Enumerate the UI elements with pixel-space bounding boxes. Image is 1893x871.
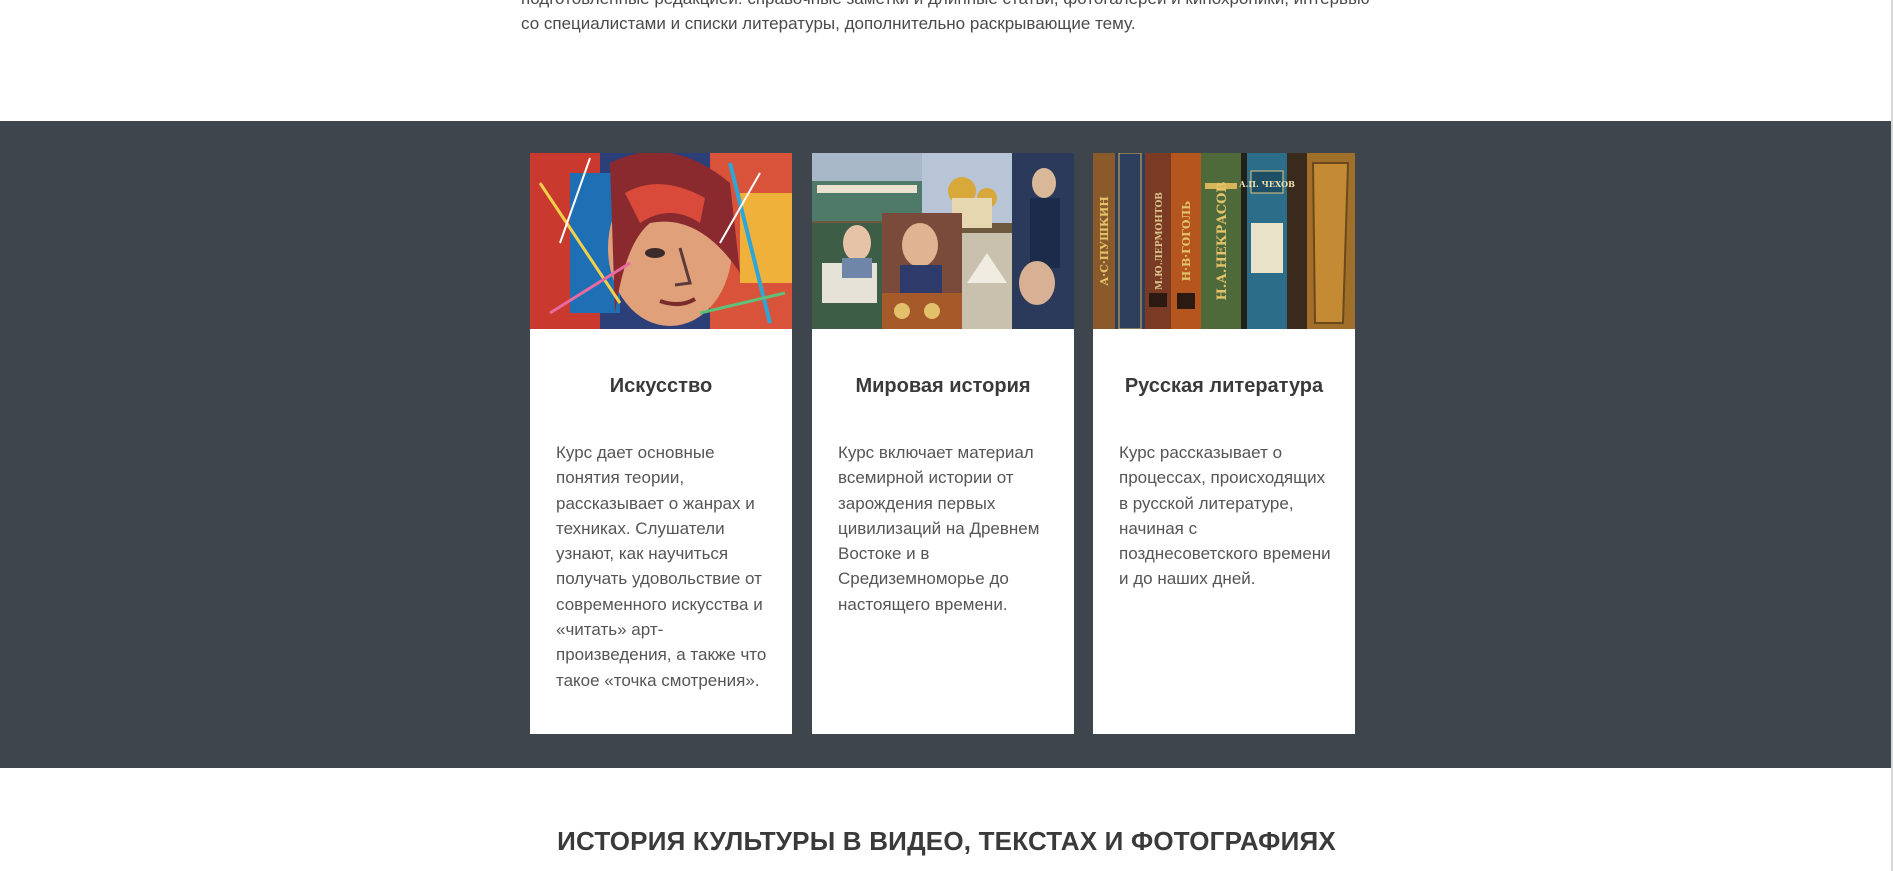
section-heading: ИСТОРИЯ КУЛЬТУРЫ В ВИДЕО, ТЕКСТАХ И ФОТО… [557, 826, 1336, 856]
spine-chekhov: А.П. ЧЕХОВ [1239, 179, 1295, 189]
spine-pushkin: А·С·ПУШКИН [1098, 196, 1111, 285]
intro-text-line-2: со специалистами и списки литературы, до… [521, 14, 1136, 33]
spine-nekrasov: Н.А.НЕКРАСОВ [1215, 182, 1230, 301]
course-title[interactable]: Искусство [530, 375, 792, 398]
intro-section: подготовленные редакцией: справочные зам… [0, 0, 1893, 121]
course-card-art[interactable]: Искусство Курс дает основные понятия тео… [530, 153, 792, 734]
courses-section: Искусство Курс дает основные понятия тео… [0, 121, 1893, 768]
page: подготовленные редакцией: справочные зам… [0, 0, 1893, 871]
course-description: Курс рассказывает о процессах, происходя… [1119, 443, 1331, 589]
russian-books-image[interactable]: А·С·ПУШКИН М.Ю.ЛЕРМОНТОВ Н·В·ГОГОЛЬ Н.А.… [1093, 153, 1355, 329]
course-card-world-history[interactable]: Мировая история Курс включает материал в… [812, 153, 1074, 734]
course-description: Курс включает материал всемирной истории… [838, 443, 1040, 614]
intro-text: подготовленные редакцией: справочные зам… [521, 0, 1381, 36]
spine-lermontov: М.Ю.ЛЕРМОНТОВ [1155, 192, 1165, 290]
course-title[interactable]: Мировая история [812, 375, 1074, 398]
course-description: Курс дает основные понятия теории, расск… [556, 443, 767, 690]
intro-text-line-1: подготовленные редакцией: справочные зам… [521, 0, 1370, 8]
world-history-collage-image[interactable] [812, 153, 1074, 329]
spine-gogol: Н·В·ГОГОЛЬ [1180, 201, 1193, 282]
course-title[interactable]: Русская литература [1093, 375, 1355, 398]
course-card-russian-literature[interactable]: А·С·ПУШКИН М.Ю.ЛЕРМОНТОВ Н·В·ГОГОЛЬ Н.А.… [1093, 153, 1355, 734]
art-portrait-image[interactable] [530, 153, 792, 329]
